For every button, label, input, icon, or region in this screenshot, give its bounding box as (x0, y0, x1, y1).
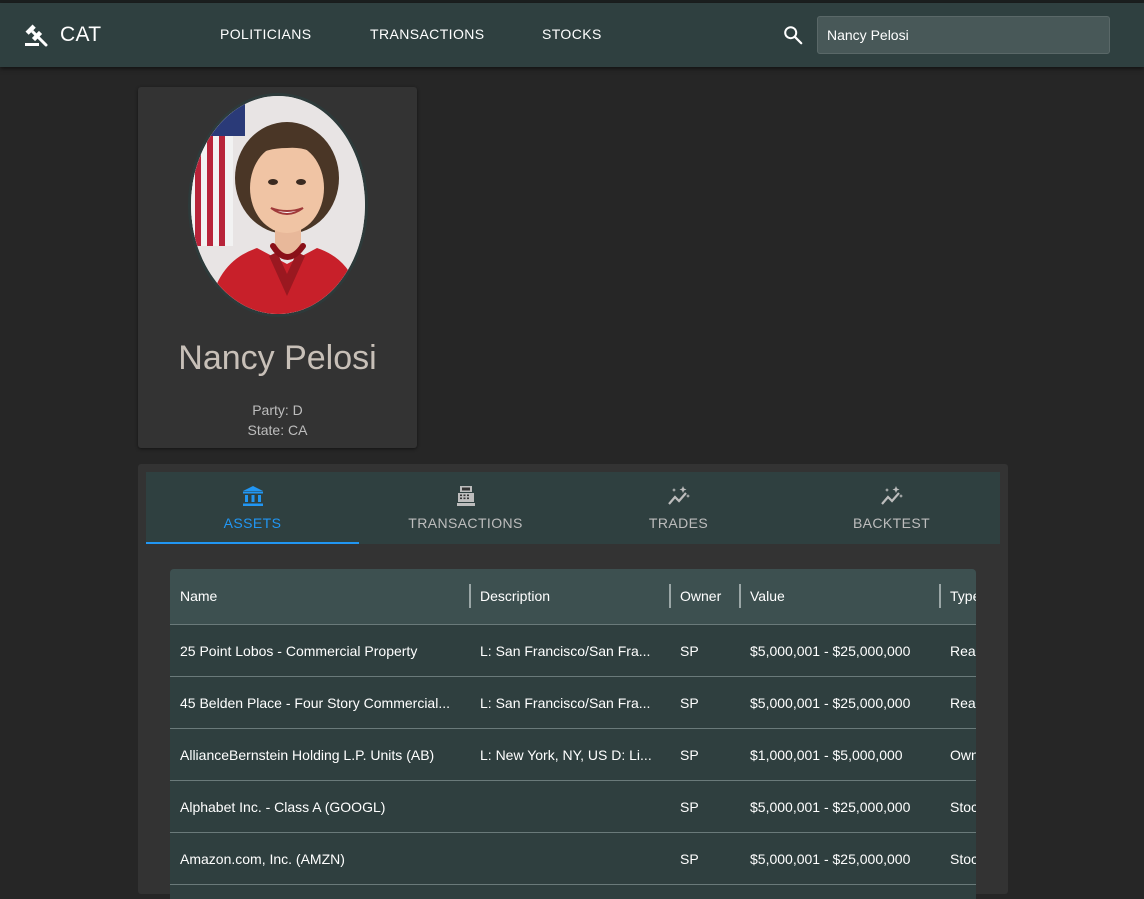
cell-owner: SP (680, 695, 699, 711)
table-row[interactable]: Amazon.com, Inc. (AMZN) SP $5,000,001 - … (170, 833, 976, 885)
cell-name: Amazon.com, Inc. (AMZN) (180, 851, 345, 867)
table-row[interactable]: 25 Point Lobos - Commercial Property L: … (170, 625, 976, 677)
search-icon[interactable] (782, 24, 804, 51)
app-bar: CAT POLITICIANS TRANSACTIONS STOCKS (0, 3, 1144, 67)
table-row[interactable]: 45 Belden Place - Four Story Commercial.… (170, 677, 976, 729)
cell-type: Own (950, 747, 976, 763)
tab-label: TRADES (648, 515, 709, 531)
cell-name: 45 Belden Place - Four Story Commercial.… (180, 695, 450, 711)
app-title: CAT (60, 23, 102, 46)
tab-trades[interactable]: TRADES (572, 472, 785, 544)
bank-icon (241, 484, 265, 513)
tab-assets[interactable]: ASSETS (146, 472, 359, 544)
tab-backtest[interactable]: BACKTEST (785, 472, 998, 544)
nav-politicians[interactable]: POLITICIANS (220, 26, 312, 42)
column-header-name[interactable]: Name (170, 569, 470, 625)
details-panel: ASSETS TRANSACTIONS TRADES BACKTEST Name… (138, 464, 1008, 899)
cell-description: L: San Francisco/San Fra... (480, 643, 651, 659)
cash-register-icon (454, 484, 478, 513)
cell-type: Rea (950, 695, 976, 711)
table-row[interactable]: Alphabet Inc. - Class A (GOOGL) SP $5,00… (170, 781, 976, 833)
tab-transactions[interactable]: TRANSACTIONS (359, 472, 572, 544)
cell-type: Stoc (950, 851, 976, 867)
politician-state: State: CA (247, 422, 308, 438)
column-header-owner[interactable]: Owner (670, 569, 740, 625)
brand[interactable]: CAT (24, 23, 101, 47)
politician-name: Nancy Pelosi (178, 339, 377, 377)
cell-value: $5,000,001 - $25,000,000 (750, 799, 911, 815)
assets-table: Name Description Owner Value Type 25 Poi… (170, 569, 976, 899)
column-header-description[interactable]: Description (470, 569, 670, 625)
politician-party: Party: D (252, 402, 303, 418)
cell-description: L: New York, NY, US D: Li... (480, 747, 652, 763)
cell-value: $5,000,001 - $25,000,000 (750, 695, 911, 711)
search-input[interactable] (817, 16, 1110, 54)
cell-owner: SP (680, 799, 699, 815)
cell-type: Rea (950, 643, 976, 659)
chart-sparkle-icon (880, 484, 904, 513)
cell-description (470, 781, 660, 833)
column-header-value[interactable]: Value (740, 569, 940, 625)
cell-value: $5,000,001 - $25,000,000 (750, 851, 911, 867)
politician-portrait (188, 93, 368, 317)
politician-profile-card: Nancy Pelosi Party: D State: CA (138, 87, 417, 448)
cell-name: Alphabet Inc. - Class A (GOOGL) (180, 799, 386, 815)
cell-name: AllianceBernstein Holding L.P. Units (AB… (180, 747, 435, 763)
active-tab-indicator (146, 542, 359, 544)
cell-name: 25 Point Lobos - Commercial Property (180, 643, 418, 659)
cell-owner: SP (680, 851, 699, 867)
tab-label: TRANSACTIONS (408, 515, 523, 531)
nav-transactions[interactable]: TRANSACTIONS (370, 26, 484, 42)
table-row[interactable]: AllianceBernstein Holding L.P. Units (AB… (170, 729, 976, 781)
cell-type: Stoc (950, 799, 976, 815)
cell-description (470, 833, 660, 885)
cell-owner: SP (680, 643, 699, 659)
cell-value: $1,000,001 - $5,000,000 (750, 747, 903, 763)
tab-bar: ASSETS TRANSACTIONS TRADES BACKTEST (146, 472, 1000, 544)
nav-stocks[interactable]: STOCKS (542, 26, 602, 42)
gavel-icon (24, 23, 48, 47)
chart-sparkle-icon (667, 484, 691, 513)
cell-value: $5,000,001 - $25,000,000 (750, 643, 911, 659)
cell-owner: SP (680, 747, 699, 763)
table-header: Name Description Owner Value Type (170, 569, 976, 625)
cell-description: L: San Francisco/San Fra... (480, 695, 651, 711)
column-header-type[interactable]: Type (940, 569, 976, 625)
tab-label: ASSETS (223, 515, 282, 531)
tab-label: BACKTEST (852, 515, 931, 531)
